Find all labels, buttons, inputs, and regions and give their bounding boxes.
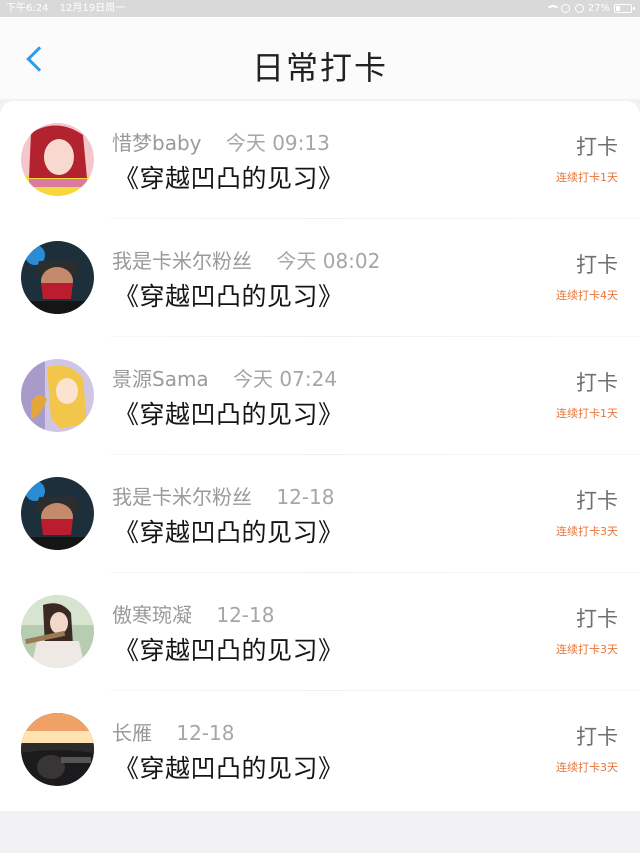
streak-label: 连续打卡3天: [556, 643, 618, 656]
avatar-girl-red-icon: [21, 123, 94, 196]
list-item[interactable]: 我是卡米尔粉丝 今天 08:02 《穿越凹凸的见习》 打卡 连续打卡4天: [0, 219, 640, 337]
avatar-anime-blonde-icon: [21, 359, 94, 432]
battery-percent: 27%: [587, 3, 610, 14]
user-name[interactable]: 景源Sama: [112, 367, 209, 391]
avatar[interactable]: [21, 477, 94, 550]
avatar-girl-photo-icon: [21, 595, 94, 668]
avatar-masked-boy-icon: [21, 241, 94, 314]
avatar[interactable]: [21, 123, 94, 196]
battery-icon: [614, 4, 635, 13]
book-title[interactable]: 《穿越凹凸的见习》: [114, 513, 344, 549]
post-time: 今天 08:02: [276, 249, 381, 273]
checkin-block: 打卡 连续打卡3天: [508, 485, 618, 539]
book-title[interactable]: 《穿越凹凸的见习》: [114, 159, 344, 195]
avatar[interactable]: [21, 595, 94, 668]
checkin-button[interactable]: 打卡: [508, 367, 618, 397]
status-bar: 下午6:24 12月19日周一 27%: [0, 0, 640, 17]
user-name[interactable]: 长雁: [112, 721, 152, 745]
streak-label: 连续打卡3天: [556, 525, 618, 538]
checkin-button[interactable]: 打卡: [508, 485, 618, 515]
checkin-button[interactable]: 打卡: [508, 131, 618, 161]
checkin-block: 打卡 连续打卡1天: [508, 367, 618, 421]
streak-label: 连续打卡1天: [556, 171, 618, 184]
entry-meta: 我是卡米尔粉丝 12-18: [112, 481, 334, 510]
avatar[interactable]: [21, 359, 94, 432]
post-time: 今天 07:24: [233, 367, 338, 391]
list-item[interactable]: 景源Sama 今天 07:24 《穿越凹凸的见习》 打卡 连续打卡1天: [0, 337, 640, 455]
checkin-block: 打卡 连续打卡1天: [508, 131, 618, 185]
user-name[interactable]: 惜梦baby: [112, 131, 201, 155]
nav-bar: 日常打卡: [0, 17, 640, 99]
entry-meta: 景源Sama 今天 07:24: [112, 363, 337, 392]
list-item[interactable]: 我是卡米尔粉丝 12-18 《穿越凹凸的见习》 打卡 连续打卡3天: [0, 455, 640, 573]
streak-label: 连续打卡4天: [556, 289, 618, 302]
status-time: 下午6:24: [6, 3, 49, 14]
user-name[interactable]: 傲寒琬凝: [112, 603, 192, 627]
status-time-date: 下午6:24 12月19日周一: [6, 0, 125, 17]
streak-label: 连续打卡3天: [556, 761, 618, 774]
avatar-car-sunset-icon: [21, 713, 94, 786]
list-item[interactable]: 长雁 12-18 《穿越凹凸的见习》 打卡 连续打卡3天: [0, 691, 640, 809]
post-time: 12-18: [216, 603, 275, 627]
checkin-block: 打卡 连续打卡4天: [508, 249, 618, 303]
entry-meta: 长雁 12-18: [112, 717, 234, 746]
book-title[interactable]: 《穿越凹凸的见习》: [114, 395, 344, 431]
checkin-button[interactable]: 打卡: [508, 721, 618, 751]
checkin-block: 打卡 连续打卡3天: [508, 603, 618, 657]
post-time: 12-18: [276, 485, 335, 509]
avatar[interactable]: [21, 241, 94, 314]
entry-meta: 我是卡米尔粉丝 今天 08:02: [112, 245, 380, 274]
wifi-icon: [545, 4, 560, 13]
entry-meta: 傲寒琬凝 12-18: [112, 599, 274, 628]
list-item[interactable]: 惜梦baby 今天 09:13 《穿越凹凸的见习》 打卡 连续打卡1天: [0, 101, 640, 219]
rotation-lock-icon: [574, 4, 584, 13]
checkin-button[interactable]: 打卡: [508, 603, 618, 633]
checkin-block: 打卡 连续打卡3天: [508, 721, 618, 775]
user-name[interactable]: 我是卡米尔粉丝: [112, 249, 252, 273]
streak-label: 连续打卡1天: [556, 407, 618, 420]
list-item[interactable]: 傲寒琬凝 12-18 《穿越凹凸的见习》 打卡 连续打卡3天: [0, 573, 640, 691]
checkin-list[interactable]: 惜梦baby 今天 09:13 《穿越凹凸的见习》 打卡 连续打卡1天 我是卡米…: [0, 101, 640, 811]
status-date: 12月19日周一: [59, 3, 126, 14]
battery-fill: [616, 6, 620, 11]
book-title[interactable]: 《穿越凹凸的见习》: [114, 749, 344, 785]
page-title: 日常打卡: [251, 49, 388, 87]
entry-meta: 惜梦baby 今天 09:13: [112, 127, 330, 156]
alarm-icon: [560, 4, 570, 13]
avatar[interactable]: [21, 713, 94, 786]
book-title[interactable]: 《穿越凹凸的见习》: [114, 277, 344, 313]
avatar-masked-boy-icon: [21, 477, 94, 550]
post-time: 今天 09:13: [225, 131, 330, 155]
book-title[interactable]: 《穿越凹凸的见习》: [114, 631, 344, 667]
checkin-button[interactable]: 打卡: [508, 249, 618, 279]
status-icons: 27%: [545, 0, 635, 17]
user-name[interactable]: 我是卡米尔粉丝: [112, 485, 252, 509]
post-time: 12-18: [176, 721, 235, 745]
